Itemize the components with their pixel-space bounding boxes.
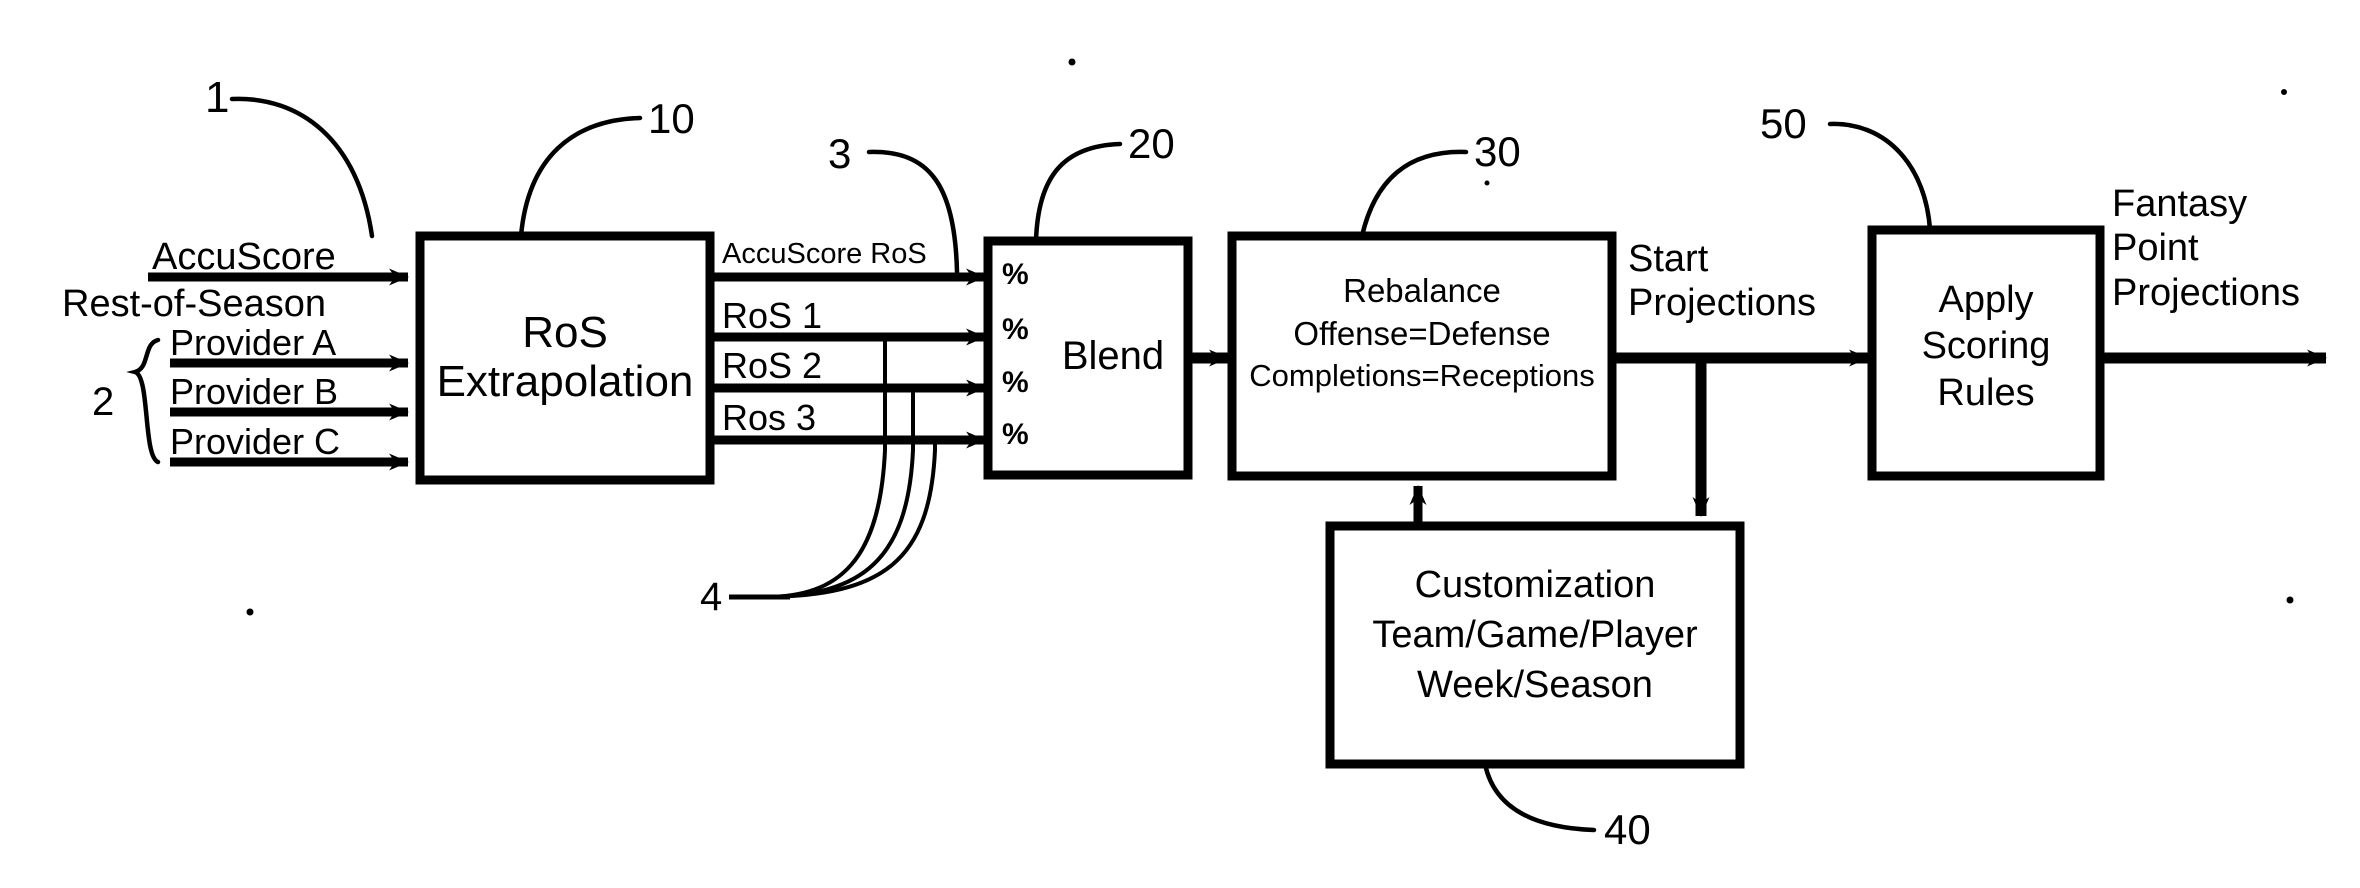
figure-canvas: AccuScore Rest-of-Season Provider A Prov… <box>0 0 2360 888</box>
ref-numeral-rebalance: 30 <box>1474 128 1521 175</box>
flow-label-fantasy-point-projections-line3: Projections <box>2112 271 2300 314</box>
input-label-provider-b: Provider B <box>170 371 339 412</box>
ref-numeral-provider-bracket: 2 <box>92 380 115 424</box>
box-label-ros-extrapolation-line1: RoS <box>522 308 608 357</box>
blend-weight-3: % <box>1002 366 1029 399</box>
ref-numeral-ros-outputs: 3 <box>828 130 852 177</box>
flow-label-start-projections: Start Projections <box>1628 238 1816 325</box>
box-label-rebalance-line2: Offense=Defense <box>1293 314 1551 352</box>
box-label-customization-line2: Team/Game/Player <box>1372 614 1698 657</box>
box-label-customization-line1: Customization <box>1414 564 1656 606</box>
box-label-blend: Blend <box>1061 334 1165 378</box>
box-label-apply-scoring-rules: Apply Scoring Rules <box>1872 277 2100 416</box>
input-label-rest-of-season: Rest-of-Season <box>62 283 327 325</box>
ref-numeral-blend: 20 <box>1128 120 1175 167</box>
ref-numeral-customization: 40 <box>1604 806 1651 853</box>
ref-numeral-input-stream: 1 <box>205 73 230 122</box>
signal-label-ros-1: RoS 1 <box>722 295 823 336</box>
leader-ref-20 <box>1033 141 1123 244</box>
provider-group-brace <box>126 337 161 465</box>
ref-numeral-ros-extrapolation: 10 <box>648 95 695 142</box>
ref-numeral-apply-scoring-rules: 50 <box>1760 100 1807 147</box>
box-label-rebalance: Rebalance Offense=Defense Completions=Re… <box>1232 270 1612 396</box>
leader-ref-50 <box>1827 121 1933 233</box>
blend-weight-4: % <box>1002 418 1029 451</box>
leader-ref-40 <box>1482 761 1597 833</box>
input-label-accuscore: AccuScore <box>152 236 336 278</box>
ref-numeral-ros-output-group: 4 <box>700 575 723 619</box>
input-label-provider-c: Provider C <box>170 421 341 462</box>
box-label-apply-scoring-rules-line3: Rules <box>1937 371 2035 414</box>
signal-label-ros-3: Ros 3 <box>722 397 817 438</box>
box-label-apply-scoring-rules-line2: Scoring <box>1921 325 2051 368</box>
leader-ref-1 <box>229 96 375 239</box>
flow-label-start-projections-line1: Start <box>1628 238 1709 280</box>
box-label-ros-extrapolation-line2: Extrapolation <box>436 357 694 407</box>
box-label-apply-scoring-rules-line1: Apply <box>1938 279 2034 321</box>
blend-weight-2: % <box>1002 313 1029 346</box>
flow-label-fantasy-point-projections: Fantasy Point Projections <box>2112 182 2300 315</box>
flow-label-fantasy-point-projections-line2: Point <box>2112 227 2199 270</box>
box-label-ros-extrapolation: RoS Extrapolation <box>420 308 710 407</box>
signal-label-accuscore-ros: AccuScore RoS <box>722 238 927 270</box>
box-label-customization-line3: Week/Season <box>1417 664 1653 707</box>
box-label-rebalance-line3: Completions=Receptions <box>1249 357 1595 393</box>
box-label-rebalance-line1: Rebalance <box>1343 272 1501 309</box>
diagram-vector-layer <box>126 58 2327 833</box>
box-label-customization: Customization Team/Game/Player Week/Seas… <box>1330 560 1740 710</box>
blend-weight-1: % <box>1002 258 1029 291</box>
signal-label-ros-2: RoS 2 <box>722 345 823 386</box>
leader-ref-10 <box>518 115 643 239</box>
flow-label-start-projections-line2: Projections <box>1628 281 1816 324</box>
leader-ref-30 <box>1359 149 1469 239</box>
input-label-provider-a: Provider A <box>170 322 337 363</box>
flow-label-fantasy-point-projections-line1: Fantasy <box>2112 183 2248 225</box>
